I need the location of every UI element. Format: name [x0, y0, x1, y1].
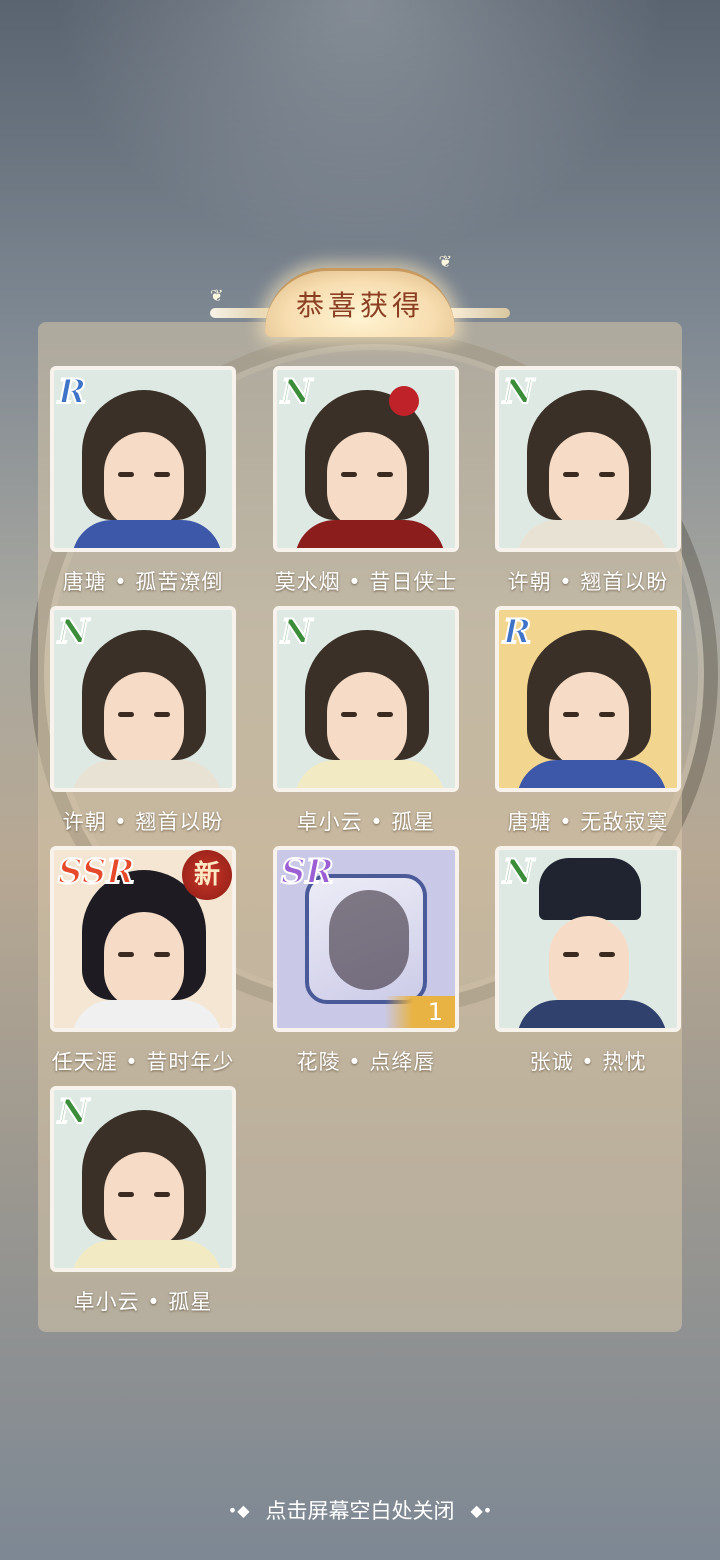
reward-card[interactable]: N [273, 366, 459, 552]
character-name: 卓小云 • 孤星 [73, 1290, 213, 1314]
item-count: 1 [385, 996, 455, 1028]
rarity-badge: N [280, 371, 313, 413]
rarity-badge: N [502, 371, 535, 413]
character-name: 许朝 • 翘首以盼 [507, 570, 669, 594]
butterfly-icon: ❦ [438, 252, 452, 271]
character-name: 莫水烟 • 昔日侠士 [274, 570, 458, 594]
portrait-eye [154, 1192, 170, 1197]
character-name: 唐瑭 • 无敌寂寞 [507, 810, 669, 834]
portrait-face [104, 1152, 184, 1248]
reward-card[interactable]: N [273, 606, 459, 792]
background-top [0, 0, 720, 300]
close-hint[interactable]: •◆ 点击屏幕空白处关闭 ◆• [0, 1490, 720, 1530]
hint-deco-right: ◆• [470, 1500, 493, 1520]
reward-card[interactable]: N [50, 1086, 236, 1272]
rarity-badge: R [57, 371, 87, 413]
portrait-robe [295, 760, 445, 788]
portrait-eye [118, 952, 134, 957]
reward-card[interactable]: SSR 新 [50, 846, 236, 1032]
portrait-eye [599, 712, 615, 717]
rarity-badge: N [502, 851, 535, 893]
rarity-badge: R [502, 611, 532, 653]
hint-deco-left: •◆ [227, 1500, 250, 1520]
banner-plaque: 恭喜获得 [265, 268, 455, 337]
character-name: 张诚 • 热忱 [529, 1050, 647, 1074]
portrait-eye [599, 952, 615, 957]
portrait-eye [341, 712, 357, 717]
banner-title: 恭喜获得 [295, 289, 424, 322]
portrait-face [549, 672, 629, 768]
portrait-eye [341, 472, 357, 477]
portrait-eye [154, 712, 170, 717]
portrait-silhouette [329, 890, 409, 990]
portrait-face [327, 672, 407, 768]
portrait-face [549, 432, 629, 528]
reward-card[interactable]: N [50, 606, 236, 792]
new-badge: 新 [182, 850, 232, 900]
character-name: 许朝 • 翘首以盼 [62, 810, 224, 834]
portrait-eye [154, 472, 170, 477]
portrait-eye [563, 472, 579, 477]
portrait-robe [72, 1000, 222, 1028]
portrait-eye [118, 1192, 134, 1197]
portrait-face [327, 432, 407, 528]
portrait-robe [517, 520, 667, 548]
character-name: 花陵 • 点绛唇 [296, 1050, 436, 1074]
butterfly-icon: ❦ [210, 286, 224, 305]
reward-card[interactable]: N [495, 846, 681, 1032]
portrait-eye [599, 472, 615, 477]
official-hat-icon [539, 858, 641, 920]
reward-card[interactable]: R [50, 366, 236, 552]
portrait-eye [377, 472, 393, 477]
portrait-face [104, 432, 184, 528]
portrait-eye [154, 952, 170, 957]
reward-card[interactable]: R [495, 606, 681, 792]
character-name: 唐瑭 • 孤苦潦倒 [62, 570, 224, 594]
flower-ornament-icon [389, 386, 419, 416]
portrait-face [549, 916, 629, 1012]
portrait-robe [72, 520, 222, 548]
portrait-face [104, 672, 184, 768]
portrait-robe [295, 520, 445, 548]
reward-banner: 恭喜获得 ❦ ❦ [210, 252, 510, 337]
portrait-robe [72, 1240, 222, 1268]
portrait-face [104, 912, 184, 1008]
portrait-eye [118, 472, 134, 477]
reward-card[interactable]: SR 1 [273, 846, 459, 1032]
portrait-robe [517, 1000, 667, 1028]
portrait-eye [563, 712, 579, 717]
rarity-badge: N [57, 611, 90, 653]
portrait-eye [118, 712, 134, 717]
rarity-badge: N [57, 1091, 90, 1133]
portrait-robe [517, 760, 667, 788]
reward-card[interactable]: N [495, 366, 681, 552]
portrait-robe [72, 760, 222, 788]
character-name: 任天涯 • 昔时年少 [51, 1050, 235, 1074]
rarity-badge: SSR [57, 851, 136, 893]
portrait-eye [377, 712, 393, 717]
rarity-badge: SR [280, 851, 335, 893]
rarity-badge: N [280, 611, 313, 653]
close-hint-text: 点击屏幕空白处关闭 [265, 1499, 455, 1523]
character-name: 卓小云 • 孤星 [296, 810, 436, 834]
portrait-eye [563, 952, 579, 957]
